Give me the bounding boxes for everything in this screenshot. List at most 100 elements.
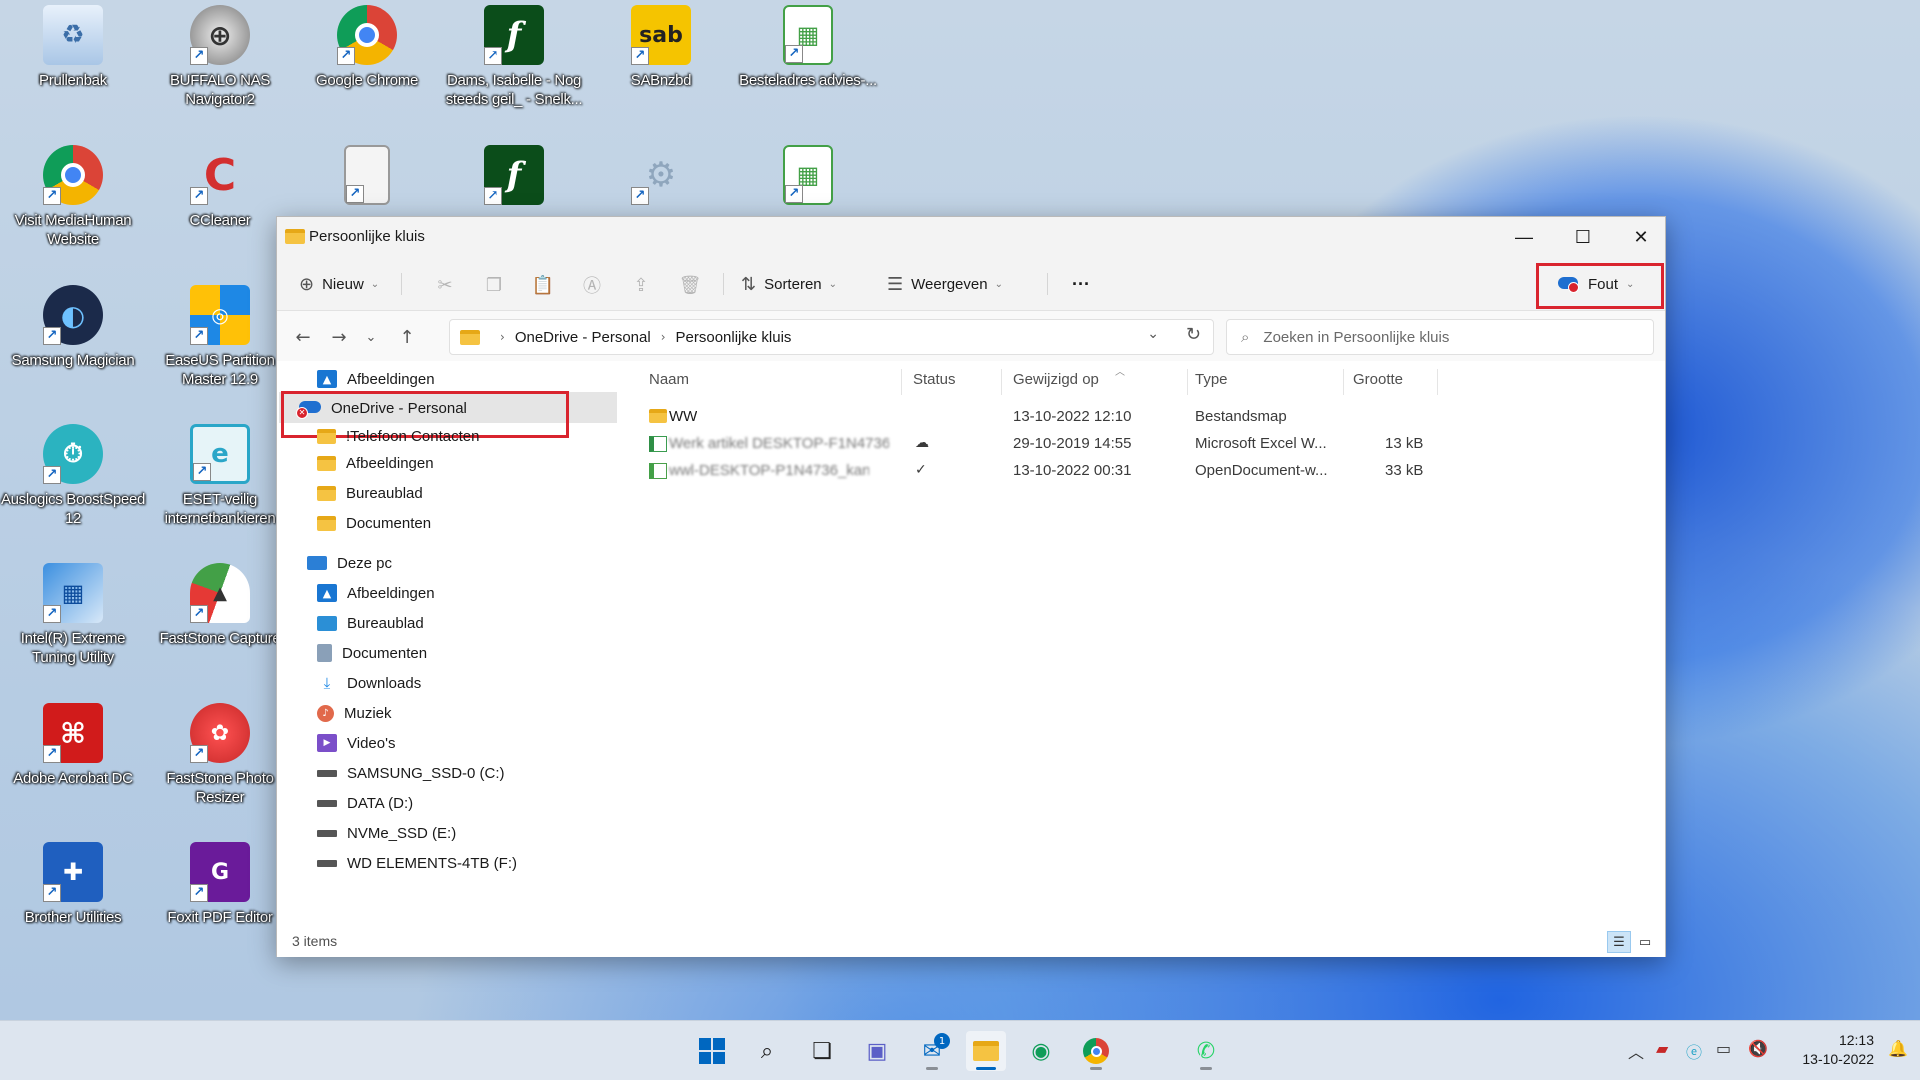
column-header-modified[interactable]: Gewijzigd op — [1013, 371, 1099, 388]
desktop-icon-sabnzbd[interactable]: sab ↗ SABnzbd — [588, 5, 734, 90]
whatsapp-icon[interactable]: ✆ — [1186, 1031, 1226, 1071]
cut-icon[interactable]: ✂ — [432, 272, 458, 298]
minimize-button[interactable]: — — [1495, 217, 1553, 257]
nav-item-afbeeldingen-onedrive[interactable]: Afbeeldingen — [317, 449, 434, 477]
ods-file-icon — [649, 463, 667, 479]
eset-tray-icon[interactable]: ⓔ — [1686, 1039, 1702, 1063]
close-button[interactable]: ✕ — [1612, 217, 1670, 257]
column-divider[interactable] — [1343, 369, 1344, 395]
copy-icon[interactable]: ❐ — [481, 272, 507, 298]
address-bar[interactable]: › OneDrive - Personal › Persoonlijke klu… — [449, 319, 1214, 355]
desktop-icon-samsung-magician[interactable]: ◐ ↗ Samsung Magician — [0, 285, 146, 370]
mail-badge: 1 — [934, 1033, 950, 1049]
desktop-icon-network-tool[interactable]: ⚙ ↗ — [588, 145, 734, 205]
column-divider[interactable] — [901, 369, 902, 395]
desktop-icon-google-chrome[interactable]: ↗ Google Chrome — [294, 5, 440, 90]
desktop-icon-intel-xtu[interactable]: ▦ ↗ Intel(R) Extreme Tuning Utility — [0, 563, 146, 667]
desktop-icon-easeus[interactable]: ◎ ↗ EaseUS Partition Master 12.9 — [147, 285, 293, 389]
desktop-icon-auslogics[interactable]: ⏱ ↗ Auslogics BoostSpeed 12 — [0, 424, 146, 528]
recent-locations-button[interactable]: ⌄ — [359, 325, 383, 349]
desktop-icon-eset[interactable]: e ↗ ESET-veilig internetbankieren — [147, 424, 293, 528]
network-icon[interactable]: ▭ — [1716, 1039, 1731, 1058]
up-button[interactable]: ↑ — [395, 325, 419, 349]
edge-icon[interactable]: ◉ — [1021, 1031, 1061, 1071]
breadcrumb-current-folder[interactable]: Persoonlijke kluis — [676, 329, 792, 346]
nav-item-drive-f[interactable]: WD ELEMENTS-4TB (F:) — [317, 849, 517, 877]
desktop-icon-ccleaner[interactable]: C ↗ CCleaner — [147, 145, 293, 230]
task-view-icon[interactable]: ❏ — [802, 1031, 842, 1071]
mail-icon[interactable]: ✉ 1 — [912, 1031, 952, 1071]
paste-icon[interactable]: 📋 — [530, 272, 556, 298]
column-header-size[interactable]: Grootte — [1353, 371, 1403, 388]
teams-chat-icon[interactable]: ▣ — [857, 1031, 897, 1071]
desktop-icon-buffalo[interactable]: ⊕ ↗ BUFFALO NAS Navigator2 — [147, 5, 293, 109]
details-view-icon[interactable]: ☰ — [1607, 931, 1631, 953]
delete-icon[interactable]: 🗑 — [677, 272, 703, 298]
maximize-button[interactable]: ☐ — [1554, 217, 1612, 257]
desktop-icon-brother[interactable]: ✚ ↗ Brother Utilities — [0, 842, 146, 927]
column-header-status[interactable]: Status — [913, 371, 956, 388]
nav-item-afbeeldingen-pc[interactable]: ▲ Afbeeldingen — [317, 579, 435, 607]
auslogics-icon: ⏱ ↗ — [43, 424, 103, 484]
search-box[interactable]: ⌕ — [1226, 319, 1654, 355]
start-button[interactable] — [692, 1031, 732, 1071]
search-input[interactable] — [1263, 328, 1604, 346]
column-header-name[interactable]: Naam — [649, 371, 689, 388]
tray-app-icon[interactable]: ▰ — [1656, 1039, 1668, 1058]
desktop-icon-spreadsheet-2[interactable]: ▦ ↗ — [735, 145, 881, 205]
nav-item-documenten-pc[interactable]: Documenten — [317, 639, 427, 667]
tiles-view-icon[interactable]: ▭ — [1633, 931, 1657, 953]
desktop-icon-acrobat[interactable]: ⌘ ↗ Adobe Acrobat DC — [0, 703, 146, 788]
desktop-icon-faststone-capture[interactable]: ▲ ↗ FastStone Capture — [147, 563, 293, 648]
nav-item-bureaublad-onedrive[interactable]: Bureaublad — [317, 479, 423, 507]
file-list: ︿ Naam Status Gewijzigd op Type Grootte … — [617, 361, 1665, 923]
breadcrumb-onedrive[interactable]: OneDrive - Personal — [515, 329, 651, 346]
desktop-icon-ebook-2[interactable]: f ↗ — [441, 145, 587, 205]
view-button[interactable]: ☰ Weergeven ⌄ — [887, 267, 1003, 301]
search-taskbar-icon[interactable]: ⌕ — [747, 1031, 787, 1071]
file-explorer-taskbar-icon[interactable] — [966, 1031, 1006, 1071]
back-button[interactable]: ← — [291, 325, 315, 349]
forward-button[interactable]: → — [327, 325, 351, 349]
desktop-icon-foxit[interactable]: G ↗ Foxit PDF Editor — [147, 842, 293, 927]
desktop-icon-mediahuman[interactable]: ↗ Visit MediaHuman Website — [0, 145, 146, 249]
column-divider[interactable] — [1187, 369, 1188, 395]
volume-muted-icon[interactable]: 🔇 — [1748, 1039, 1768, 1058]
column-header-type[interactable]: Type — [1195, 371, 1228, 388]
nav-item-afbeeldingen-quick[interactable]: ▲ Afbeeldingen — [317, 365, 435, 393]
desktop-icon-recycle-bin[interactable]: ♻ Prullenbak — [0, 5, 146, 90]
nav-item-videos[interactable]: ▶ Video's — [317, 729, 395, 757]
title-bar[interactable]: Persoonlijke kluis — ☐ ✕ — [277, 217, 1665, 257]
table-row[interactable]: Werk artikel DESKTOP-F1N4736 ☁ 29-10-201… — [617, 431, 1665, 458]
onedrive-error-button[interactable]: Fout ⌄ — [1558, 267, 1634, 301]
nav-item-bureaublad-pc[interactable]: Bureaublad — [317, 609, 424, 637]
table-row[interactable]: wwl-DESKTOP-P1N4736_kan ✓ 13-10-2022 00:… — [617, 458, 1665, 485]
nav-item-drive-d[interactable]: DATA (D:) — [317, 789, 413, 817]
nav-item-deze-pc[interactable]: Deze pc — [307, 549, 392, 577]
nav-item-telefoon-contacten[interactable]: !Telefoon Contacten — [317, 422, 479, 450]
desktop-icon-besteladres[interactable]: ▦ ↗ Besteladres advies-... — [735, 5, 881, 90]
nav-item-drive-e[interactable]: NVMe_SSD (E:) — [317, 819, 456, 847]
nav-item-documenten-onedrive[interactable]: Documenten — [317, 509, 431, 537]
clock[interactable]: 12:13 13-10-2022 — [1784, 1031, 1874, 1069]
desktop-icon-faststone-resizer[interactable]: ✿ ↗ FastStone Photo Resizer — [147, 703, 293, 807]
nav-item-muziek[interactable]: ♪ Muziek — [317, 699, 392, 727]
address-dropdown-icon[interactable]: ⌄ — [1147, 326, 1159, 342]
column-divider[interactable] — [1437, 369, 1438, 395]
chrome-taskbar-icon[interactable] — [1076, 1031, 1116, 1071]
column-divider[interactable] — [1001, 369, 1002, 395]
show-hidden-icons-icon[interactable]: ︿ — [1628, 1039, 1644, 1063]
notifications-icon[interactable]: 🔔 — [1888, 1039, 1908, 1058]
view-button-label: Weergeven — [911, 275, 988, 293]
desktop-icon-document[interactable]: ↗ — [294, 145, 440, 205]
more-options-button[interactable]: ··· — [1072, 267, 1090, 301]
nav-item-drive-c[interactable]: SAMSUNG_SSD-0 (C:) — [317, 759, 505, 787]
desktop-icon-ebook[interactable]: f ↗ Dams, Isabelle - Nog steeds geil_ - S… — [441, 5, 587, 109]
rename-icon[interactable]: Ⓐ — [579, 272, 605, 298]
table-row[interactable]: WW 13-10-2022 12:10 Bestandsmap — [617, 404, 1665, 431]
share-icon[interactable]: ⇪ — [628, 272, 654, 298]
new-button[interactable]: ⊕ Nieuw ⌄ — [299, 267, 379, 301]
refresh-icon[interactable]: ↻ — [1186, 324, 1201, 345]
sort-button[interactable]: ⇅ Sorteren ⌄ — [741, 267, 837, 301]
nav-item-downloads[interactable]: ⤓ Downloads — [317, 669, 422, 697]
